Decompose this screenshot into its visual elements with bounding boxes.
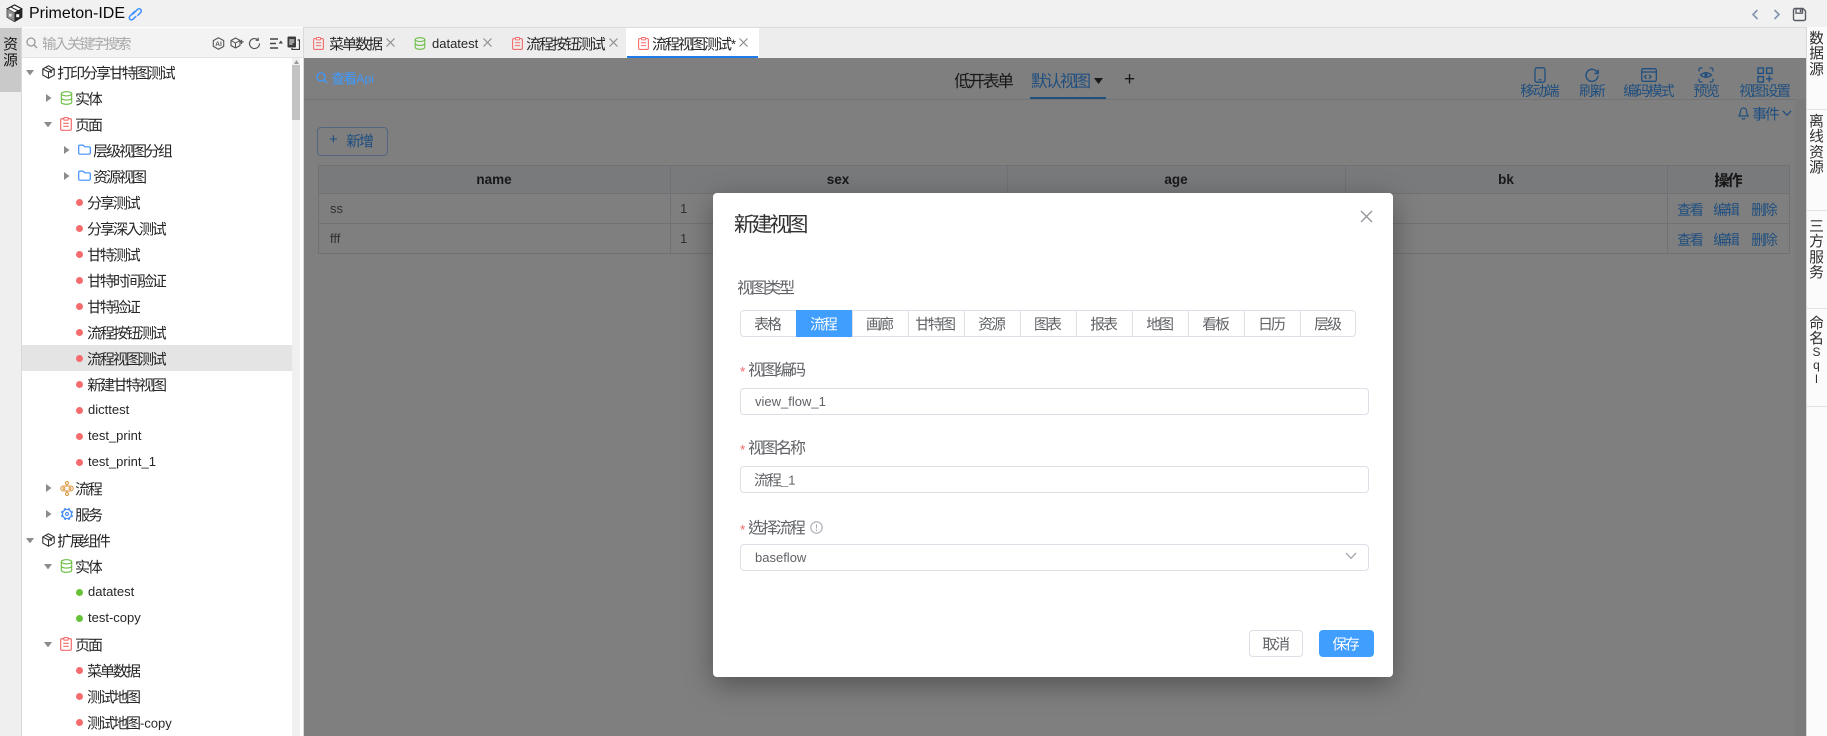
svg-text:AI: AI — [215, 41, 222, 48]
